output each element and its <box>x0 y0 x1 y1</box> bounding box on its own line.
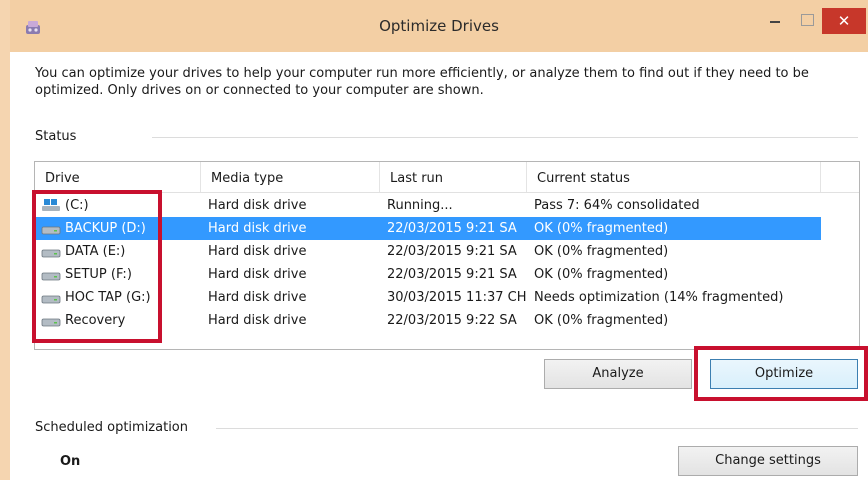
schedule-state: On <box>60 454 81 469</box>
column-header-last-run[interactable]: Last run <box>380 162 527 192</box>
change-settings-button[interactable]: Change settings <box>678 446 858 476</box>
media-type-cell: Hard disk drive <box>208 267 307 282</box>
media-type-cell: Hard disk drive <box>208 198 307 213</box>
maximize-button[interactable] <box>792 8 822 34</box>
window-title: Optimize Drives <box>379 17 499 35</box>
description-text: You can optimize your drives to help you… <box>35 66 809 98</box>
optimize-drives-window: Optimize Drives ✕ You can optimize your … <box>10 0 868 480</box>
last-run-cell: 30/03/2015 11:37 CH <box>387 290 527 305</box>
last-run-cell: 22/03/2015 9:22 SA <box>387 313 517 328</box>
column-header-media-type[interactable]: Media type <box>201 162 380 192</box>
status-divider <box>152 137 858 138</box>
last-run-cell: 22/03/2015 9:21 SA <box>387 244 517 259</box>
optimize-highlight-box <box>694 346 868 401</box>
media-type-cell: Hard disk drive <box>208 244 307 259</box>
analyze-button[interactable]: Analyze <box>544 359 692 389</box>
current-status-cell: Pass 7: 64% consolidated <box>534 198 700 213</box>
column-header-drive[interactable]: Drive <box>35 162 201 192</box>
last-run-cell: 22/03/2015 9:21 SA <box>387 221 517 236</box>
scheduled-divider <box>216 428 858 429</box>
media-type-cell: Hard disk drive <box>208 313 307 328</box>
status-heading: Status <box>35 129 77 144</box>
scheduled-optimization-heading: Scheduled optimization <box>35 420 189 435</box>
left-window-edge <box>0 0 10 480</box>
column-header-current-status[interactable]: Current status <box>527 162 821 192</box>
list-header: Drive Media type Last run Current status <box>35 162 859 193</box>
current-status-cell: Needs optimization (14% fragmented) <box>534 290 784 305</box>
current-status-cell: OK (0% fragmented) <box>534 313 669 328</box>
minimize-button[interactable] <box>760 8 790 34</box>
current-status-cell: OK (0% fragmented) <box>534 267 669 282</box>
media-type-cell: Hard disk drive <box>208 221 307 236</box>
last-run-cell: Running... <box>387 198 453 213</box>
last-run-cell: 22/03/2015 9:21 SA <box>387 267 517 282</box>
drive-list-highlight-box <box>32 190 162 343</box>
close-button[interactable]: ✕ <box>822 8 866 34</box>
title-bar[interactable]: Optimize Drives ✕ <box>10 0 868 52</box>
current-status-cell: OK (0% fragmented) <box>534 244 669 259</box>
current-status-cell: OK (0% fragmented) <box>534 221 669 236</box>
media-type-cell: Hard disk drive <box>208 290 307 305</box>
close-icon: ✕ <box>837 12 851 30</box>
